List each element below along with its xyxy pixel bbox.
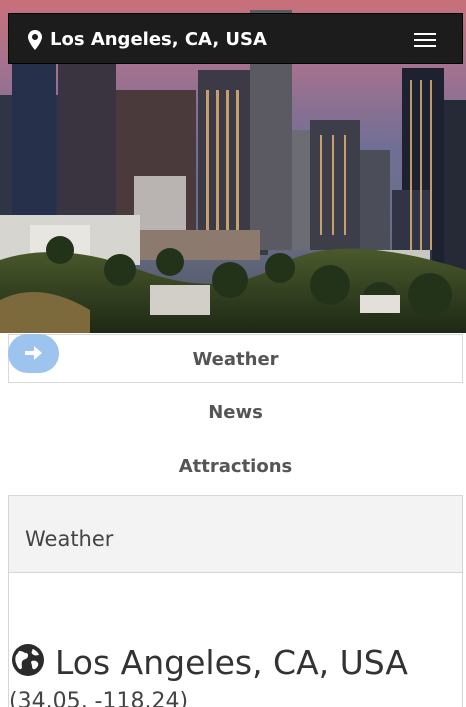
page: Los Angeles, CA, USA Weather News Attrac… bbox=[0, 0, 466, 707]
panel-header: Weather bbox=[9, 496, 462, 573]
map-pin-icon bbox=[28, 30, 42, 50]
arrow-right-icon bbox=[25, 346, 42, 360]
panel-title: Weather bbox=[25, 527, 114, 551]
city-name: Los Angeles, CA, USA bbox=[55, 643, 408, 682]
nav-item-weather[interactable]: Weather bbox=[8, 334, 463, 383]
weather-panel: Weather Los Angeles, CA, USA (34.05, -11… bbox=[8, 495, 463, 707]
city-coordinates: (34.05, -118.24) bbox=[9, 689, 189, 707]
arrow-button[interactable] bbox=[8, 334, 59, 373]
globe-icon bbox=[12, 644, 44, 676]
nav-item-attractions[interactable]: Attractions bbox=[8, 442, 463, 491]
hamburger-menu-icon[interactable] bbox=[414, 31, 436, 47]
location-title: Los Angeles, CA, USA bbox=[50, 29, 267, 50]
nav-item-news[interactable]: News bbox=[8, 388, 463, 437]
top-navbar: Los Angeles, CA, USA bbox=[8, 13, 463, 64]
